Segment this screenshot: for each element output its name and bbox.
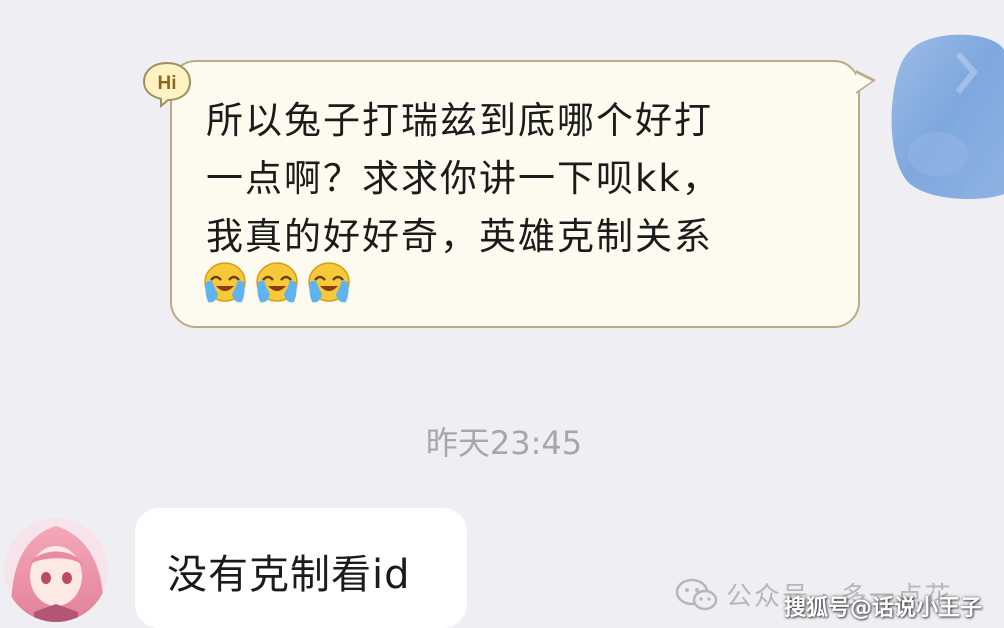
wechat-icon xyxy=(676,578,718,610)
message-timestamp: 昨天23:45 xyxy=(425,424,583,462)
incoming-message-text: 没有克制看id xyxy=(167,552,411,598)
crying-laughing-emoji-icon xyxy=(204,262,246,303)
self-avatar[interactable] xyxy=(888,34,1004,204)
chat-area: 所以兔子打瑞兹到底哪个好打 一点啊？求求你讲一下呗kk， 我真的好好奇，英雄克制… xyxy=(0,0,1004,628)
crying-laughing-emoji-icon xyxy=(256,262,298,303)
crying-laughing-emoji-icon xyxy=(308,262,350,303)
outgoing-message-text: 所以兔子打瑞兹到底哪个好打 一点啊？求求你讲一下呗kk， 我真的好好奇，英雄克制… xyxy=(206,99,721,258)
peer-avatar[interactable] xyxy=(4,508,112,628)
emoji-row xyxy=(202,258,352,304)
hi-badge-label: Hi xyxy=(158,73,177,94)
outgoing-message-bubble[interactable]: 所以兔子打瑞兹到底哪个好打 一点啊？求求你讲一下呗kk， 我真的好好奇，英雄克制… xyxy=(170,60,876,328)
bubble-tail xyxy=(856,73,872,92)
sohu-watermark: 搜狐号@话说小王子 xyxy=(783,596,982,621)
hi-badge-icon: Hi xyxy=(142,61,192,108)
incoming-message-bubble[interactable]: 没有克制看id xyxy=(135,508,467,628)
